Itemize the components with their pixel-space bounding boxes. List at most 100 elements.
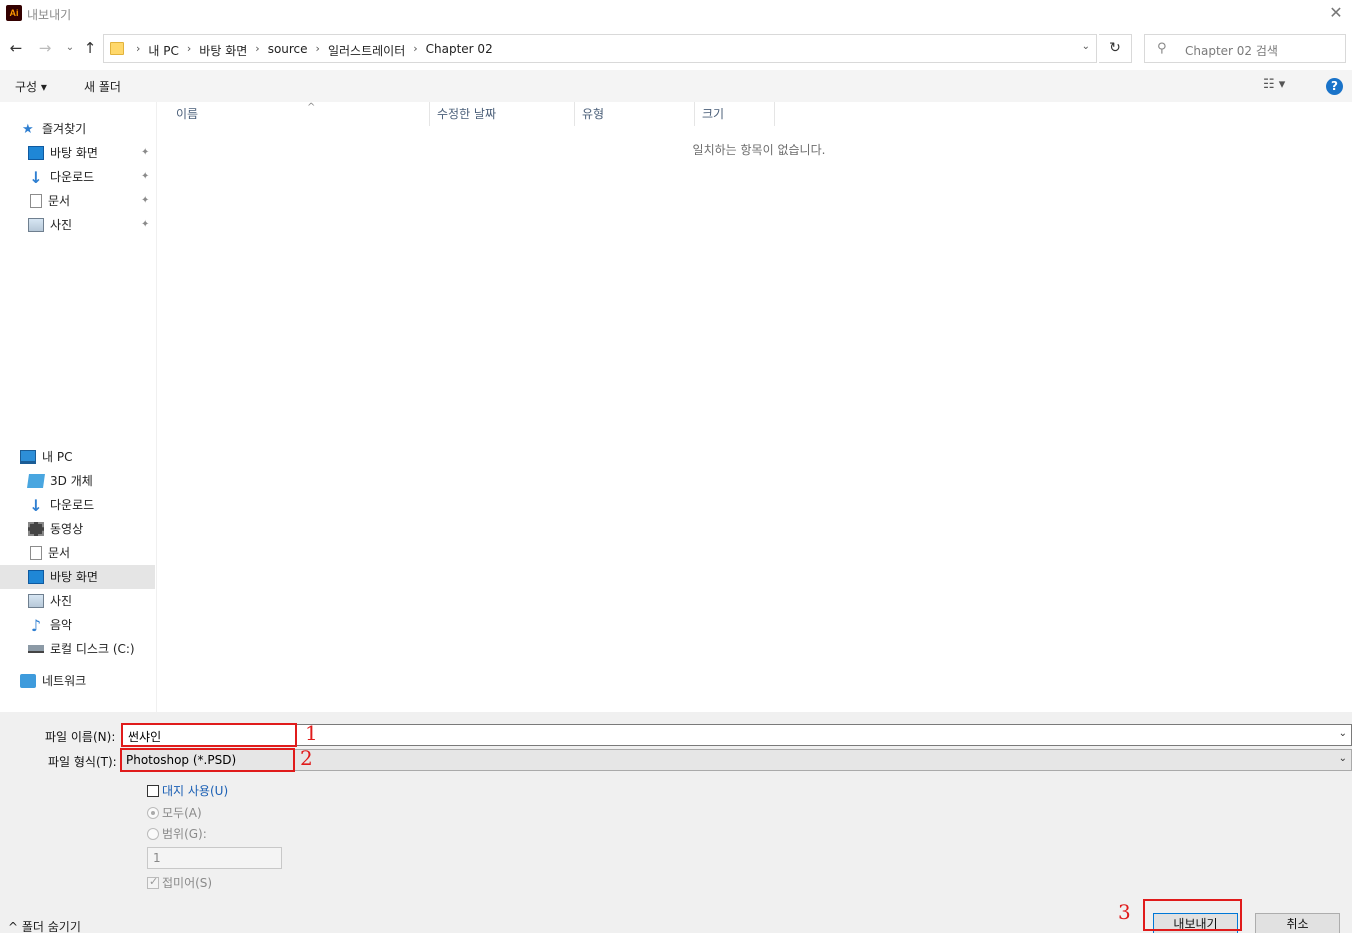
chevron-down-icon[interactable]: ⌄ — [1339, 753, 1347, 764]
annotation-box-1 — [121, 723, 297, 747]
range-option: 범위(G): — [147, 825, 207, 842]
breadcrumb-separator[interactable]: › — [187, 42, 191, 59]
sidebar-item-label: 네트워크 — [42, 674, 87, 688]
sidebar-item-desktop[interactable]: 바탕 화면 ✦ — [28, 141, 157, 165]
document-icon — [30, 545, 42, 560]
pin-icon: ✦ — [141, 147, 150, 158]
range-field: 1 — [147, 847, 282, 869]
breadcrumb-separator[interactable]: › — [316, 42, 320, 59]
command-bar: 구성 ▾ 새 폴더 ☷ ▾ ? — [0, 70, 1352, 102]
sidebar-item-label: 문서 — [48, 546, 71, 560]
search-placeholder[interactable]: Chapter 02 검색 — [1185, 42, 1278, 59]
close-icon[interactable]: ✕ — [1326, 3, 1346, 23]
filename-label: 파일 이름(N): — [45, 730, 116, 744]
sidebar-item-quick-access[interactable]: ★ 즐겨찾기 — [22, 117, 86, 141]
anti-alias-label: 접미어(S) — [162, 876, 213, 890]
pin-icon: ✦ — [141, 195, 150, 206]
up-arrow-icon[interactable]: ↑ — [80, 38, 100, 58]
cancel-button[interactable]: 취소 — [1255, 913, 1340, 933]
document-icon — [30, 193, 42, 208]
forward-arrow-icon[interactable]: → — [35, 38, 55, 58]
download-icon: ↓ — [29, 495, 43, 515]
sidebar-item-local-disk[interactable]: 로컬 디스크 (C:) — [28, 637, 135, 661]
sidebar-item-label: 동영상 — [50, 522, 84, 536]
sidebar-item-label: 바탕 화면 — [50, 146, 98, 160]
range-radio — [147, 827, 159, 840]
annotation-box-2 — [120, 748, 295, 772]
annotation-number-3: 3 — [1118, 900, 1131, 924]
breadcrumb-item-illustrator[interactable]: 일러스트레이터 — [328, 42, 405, 59]
new-folder-button[interactable]: 새 폴더 — [84, 78, 121, 95]
sidebar-item-pictures[interactable]: 사진 ✦ — [28, 213, 157, 237]
sidebar-item-label: 즐겨찾기 — [42, 122, 87, 136]
recent-locations-chevron-icon[interactable]: ⌄ — [60, 38, 80, 58]
breadcrumb-separator[interactable]: › — [255, 42, 259, 59]
sidebar-item-3d-objects[interactable]: 3D 개체 — [27, 469, 93, 493]
sidebar-item-this-pc[interactable]: 내 PC — [20, 445, 72, 469]
window-title: 내보내기 — [27, 8, 72, 22]
sidebar-item-label: 음악 — [50, 618, 73, 632]
pin-icon: ✦ — [141, 171, 150, 182]
sidebar-item-label: 3D 개체 — [50, 474, 93, 488]
star-icon: ★ — [22, 121, 34, 137]
annotation-number-1: 1 — [305, 721, 318, 745]
sidebar-item-downloads-pc[interactable]: ↓ 다운로드 — [28, 493, 94, 517]
sidebar-item-label: 문서 — [48, 194, 71, 208]
pictures-icon — [28, 217, 44, 232]
sidebar-item-documents-pc[interactable]: 문서 — [28, 541, 70, 565]
breadcrumb-item-chapter-02[interactable]: Chapter 02 — [426, 42, 493, 59]
organize-button[interactable]: 구성 ▾ — [15, 78, 47, 95]
hide-folders-toggle[interactable]: ^ 폴더 숨기기 — [8, 918, 81, 933]
pictures-icon — [28, 593, 44, 608]
search-box[interactable]: ⚲ Chapter 02 검색 — [1144, 34, 1346, 63]
sidebar-item-videos[interactable]: 동영상 — [28, 517, 83, 541]
column-header-size[interactable]: 크기 — [695, 102, 775, 126]
sidebar-item-label: 내 PC — [42, 450, 73, 464]
breadcrumb-separator[interactable]: › — [413, 42, 417, 59]
all-radio — [147, 806, 159, 819]
column-header-date-modified[interactable]: 수정한 날짜 — [430, 102, 575, 126]
column-header-name[interactable]: 이름 ^ — [169, 102, 430, 126]
use-artboards-label: 대지 사용(U) — [162, 784, 229, 798]
file-list[interactable]: 이름 ^ 수정한 날짜 유형 크기 일치하는 항목이 없습니다. — [158, 102, 1352, 712]
anti-alias-option: ✓ 접미어(S) — [147, 874, 212, 891]
sidebar-item-label: 사진 — [50, 594, 73, 608]
sidebar-item-label: 다운로드 — [50, 498, 95, 512]
all-label: 모두(A) — [162, 806, 202, 820]
breadcrumb-item-desktop[interactable]: 바탕 화면 — [199, 42, 247, 59]
desktop-icon — [28, 145, 44, 160]
breadcrumb: › 내 PC › 바탕 화면 › source › 일러스트레이터 › Chap… — [128, 42, 493, 59]
download-icon: ↓ — [29, 167, 43, 187]
use-artboards-checkbox[interactable] — [147, 784, 159, 797]
sidebar-item-music[interactable]: ♪ 음악 — [28, 613, 72, 637]
back-arrow-icon[interactable]: ← — [6, 38, 26, 58]
illustrator-app-icon: Ai — [6, 5, 22, 21]
pin-icon: ✦ — [141, 219, 150, 230]
sidebar-item-pictures-pc[interactable]: 사진 — [28, 589, 72, 613]
chevron-down-icon[interactable]: ⌄ — [1339, 728, 1347, 739]
music-icon: ♪ — [30, 615, 42, 635]
sidebar-item-downloads[interactable]: ↓ 다운로드 ✦ — [28, 165, 157, 189]
refresh-icon[interactable]: ↻ — [1099, 34, 1132, 63]
range-label: 범위(G): — [162, 827, 207, 841]
navigation-pane[interactable]: ★ 즐겨찾기 바탕 화면 ✦ ↓ 다운로드 ✦ 문서 ✦ 사진 ✦ 내 PC 3D … — [0, 102, 157, 712]
address-dropdown-icon[interactable]: ⌄ — [1082, 41, 1090, 52]
anti-alias-checkbox: ✓ — [147, 875, 159, 889]
use-artboards-option[interactable]: 대지 사용(U) — [147, 782, 228, 799]
address-bar[interactable]: › 내 PC › 바탕 화면 › source › 일러스트레이터 › Chap… — [103, 34, 1097, 63]
all-option: 모두(A) — [147, 804, 202, 821]
sidebar-item-documents[interactable]: 문서 ✦ — [28, 189, 157, 213]
sidebar-item-label: 로컬 디스크 (C:) — [50, 642, 135, 656]
view-options-icon[interactable]: ☷ ▾ — [1263, 77, 1285, 92]
help-icon[interactable]: ? — [1326, 78, 1343, 95]
filetype-label: 파일 형식(T): — [48, 755, 117, 769]
column-header-label: 이름 — [176, 107, 199, 121]
sidebar-item-network[interactable]: 네트워크 — [20, 669, 86, 693]
sidebar-item-desktop-pc[interactable]: 바탕 화면 — [0, 565, 155, 589]
annotation-number-2: 2 — [300, 746, 313, 770]
folder-icon — [110, 42, 124, 55]
column-header-type[interactable]: 유형 — [575, 102, 695, 126]
sidebar-item-label: 바탕 화면 — [50, 570, 98, 584]
breadcrumb-item-source[interactable]: source — [268, 42, 308, 59]
breadcrumb-item-my-pc[interactable]: 내 PC — [148, 42, 178, 59]
